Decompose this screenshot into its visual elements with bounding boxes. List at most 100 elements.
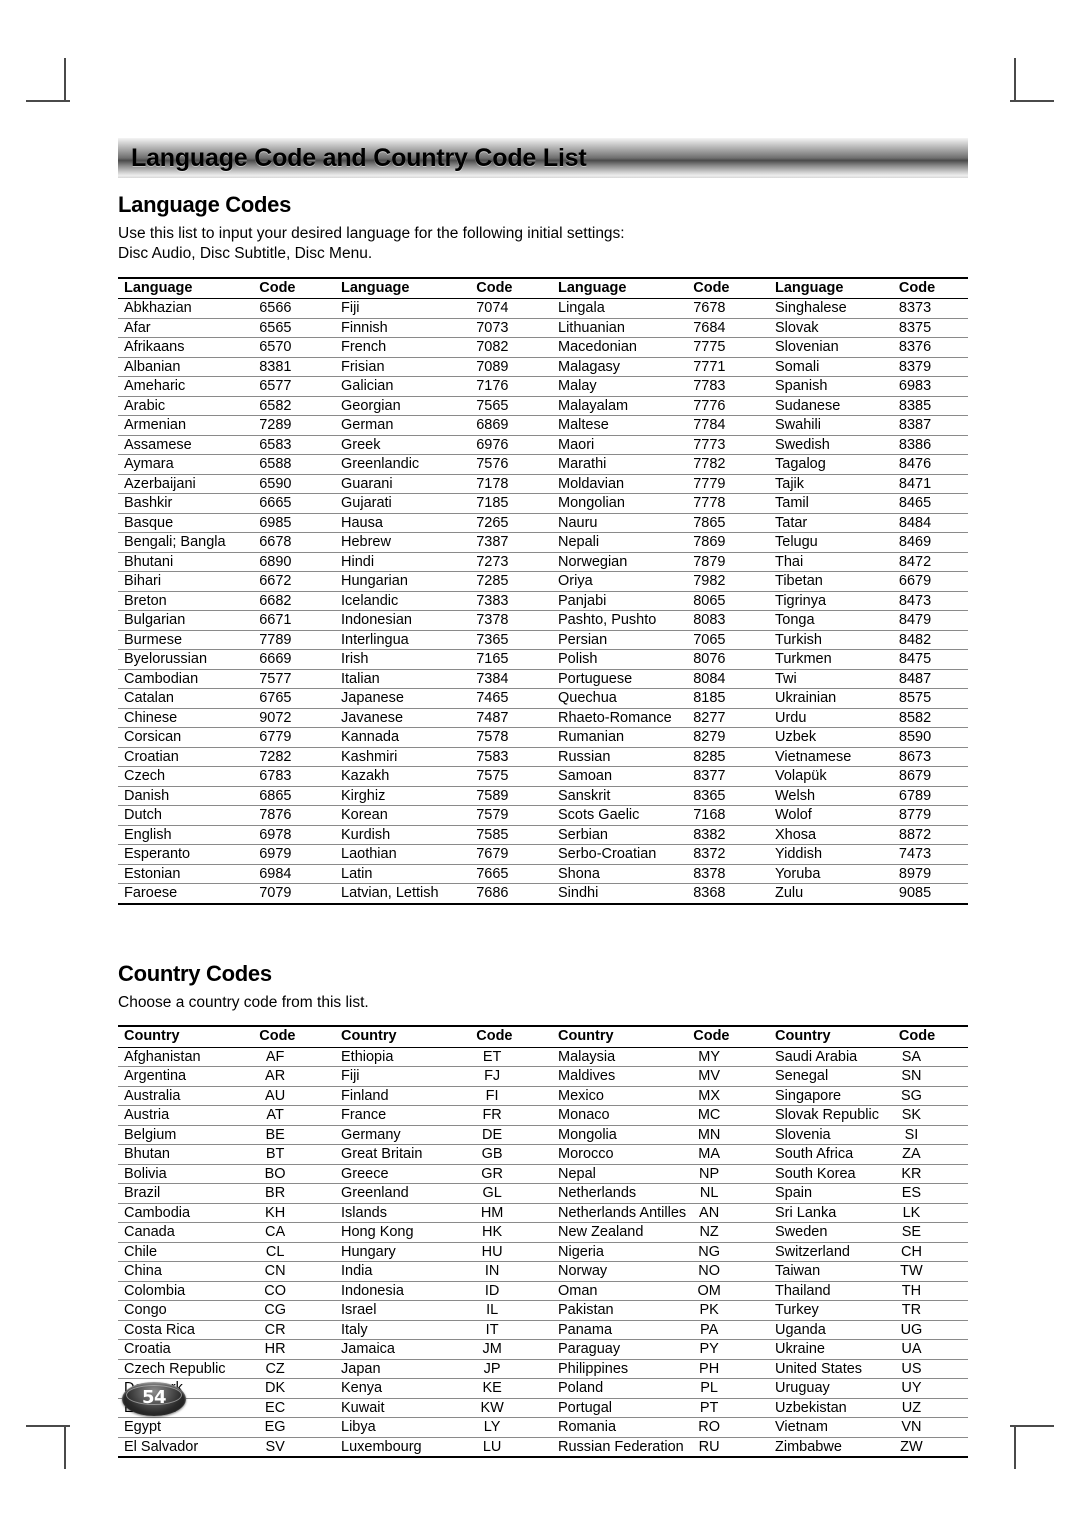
table-row: Ameharic 6577 [118, 376, 335, 397]
language-name-cell: Mongolian [552, 493, 688, 514]
table-row: Ukraine UA [769, 1339, 968, 1360]
country-code-cell: FR [470, 1105, 552, 1126]
language-code-cell: 7865 [687, 513, 769, 534]
language-name-cell: Moldavian [552, 474, 688, 495]
language-name-cell: Rhaeto-Romance [552, 708, 688, 729]
country-name-cell: Oman [552, 1281, 688, 1302]
language-name-cell: Xhosa [769, 825, 893, 846]
table-row: Gujarati 7185 [335, 493, 552, 514]
language-name-cell: Lingala [552, 298, 688, 319]
language-code-cell: 6789 [892, 786, 968, 807]
column-header-code: Code [253, 278, 335, 300]
country-name-cell: Argentina [118, 1066, 254, 1087]
country-name-cell: Islands [335, 1203, 471, 1224]
country-code-cell: AT [253, 1105, 335, 1126]
language-codes-description-line-2: Disc Audio, Disc Subtitle, Disc Menu. [118, 245, 373, 263]
language-name-cell: Thai [769, 552, 893, 573]
language-code-cell: 8679 [892, 766, 968, 787]
language-code-cell: 7176 [470, 376, 552, 397]
table-row: Cambodia KH [118, 1203, 335, 1224]
country-name-cell: Congo [118, 1300, 254, 1321]
table-row: Paraguay PY [552, 1339, 769, 1360]
country-name-cell: Morocco [552, 1144, 688, 1165]
country-name-cell: Greenland [335, 1183, 471, 1204]
language-name-cell: Corsican [118, 727, 254, 748]
table-row: Tamil 8465 [769, 493, 968, 514]
country-code-cell: VN [892, 1417, 968, 1438]
language-code-cell: 6679 [892, 571, 968, 592]
country-name-cell: Thailand [769, 1281, 893, 1302]
crop-mark-top-left-vertical [64, 58, 66, 102]
table-row: Guarani 7178 [335, 474, 552, 495]
table-row: Netherlands Antilles AN [552, 1203, 769, 1224]
country-code-cell: PL [687, 1378, 769, 1399]
country-table-4: Country Code Saudi Arabia SA Senegal SN Singap… [769, 1027, 968, 1456]
language-name-cell: Azerbaijani [118, 474, 254, 495]
country-code-cell: IT [470, 1320, 552, 1341]
table-row: Jamaica JM [335, 1339, 552, 1360]
table-row: Italian 7384 [335, 669, 552, 690]
language-name-cell: Bihari [118, 571, 254, 592]
column-header-code: Code [687, 1027, 769, 1048]
language-name-cell: Spanish [769, 376, 893, 397]
table-row: Swedish 8386 [769, 435, 968, 456]
country-code-cell: CG [253, 1300, 335, 1321]
table-row: Congo CG [118, 1300, 335, 1321]
table-row: Turkish 8482 [769, 630, 968, 651]
country-code-cell: MX [687, 1086, 769, 1107]
country-code-cell: BT [253, 1144, 335, 1165]
table-row: Serbo-Croatian 8372 [552, 844, 769, 865]
table-row: Kazakh 7575 [335, 766, 552, 787]
country-code-cell: IL [470, 1300, 552, 1321]
table-row: Japan JP [335, 1359, 552, 1380]
language-name-cell: Latvian, Lettish [341, 885, 439, 902]
country-code-cell: FJ [470, 1066, 552, 1087]
language-code-cell: 8382 [687, 825, 769, 846]
table-row: Pakistan PK [552, 1300, 769, 1321]
language-code-cell: 7679 [470, 844, 552, 865]
country-name-cell: Czech Republic [118, 1359, 254, 1380]
country-codes-heading: Country Codes [118, 960, 272, 986]
country-name-cell: Hong Kong [335, 1222, 471, 1243]
country-name-cell: Bolivia [118, 1164, 254, 1185]
table-row: Kashmiri 7583 [335, 747, 552, 768]
table-row: Australia AU [118, 1086, 335, 1107]
language-name-cell: Uzbek [769, 727, 893, 748]
language-code-cell: 7185 [470, 493, 552, 514]
table-row: China CN [118, 1261, 335, 1282]
language-code-cell: 6869 [470, 415, 552, 436]
language-code-cell: 7585 [470, 825, 552, 846]
language-code-cell: 7578 [470, 727, 552, 748]
table-row: Byelorussian 6669 [118, 649, 335, 670]
language-code-cell: 8378 [687, 864, 769, 885]
table-row: Switzerland CH [769, 1242, 968, 1263]
table-row: Oman OM [552, 1281, 769, 1302]
table-row: Islands HM [335, 1203, 552, 1224]
language-code-cell: 6565 [253, 318, 335, 339]
table-row: Czech Republic CZ [118, 1359, 335, 1380]
country-code-cell: ET [470, 1047, 552, 1068]
column-header-code: Code [687, 278, 769, 300]
language-name-cell: Twi [769, 669, 893, 690]
table-row: Greece GR [335, 1164, 552, 1185]
language-name-cell: Croatian [118, 747, 254, 768]
language-code-cell: 7789 [253, 630, 335, 651]
country-code-cell: DK [253, 1378, 335, 1399]
crop-mark-bottom-right-horizontal [1010, 1425, 1054, 1427]
language-name-cell: Danish [118, 786, 254, 807]
table-row: Azerbaijani 6590 [118, 474, 335, 495]
table-row: Xhosa 8872 [769, 825, 968, 846]
country-code-cell: CH [892, 1242, 968, 1263]
country-name-cell: Poland [552, 1378, 688, 1399]
table-row: Great Britain GB [335, 1144, 552, 1165]
language-name-cell: Portuguese [552, 669, 688, 690]
country-name-cell: Senegal [769, 1066, 893, 1087]
language-name-cell: Indonesian [335, 610, 471, 631]
language-name-cell: Macedonian [552, 337, 688, 358]
table-row: Panama PA [552, 1320, 769, 1341]
crop-mark-top-left-horizontal [26, 100, 70, 102]
language-code-cell: 7383 [470, 591, 552, 612]
language-code-cell: 7178 [470, 474, 552, 495]
language-name-cell: English [118, 825, 254, 846]
country-code-cell: AF [253, 1047, 335, 1068]
